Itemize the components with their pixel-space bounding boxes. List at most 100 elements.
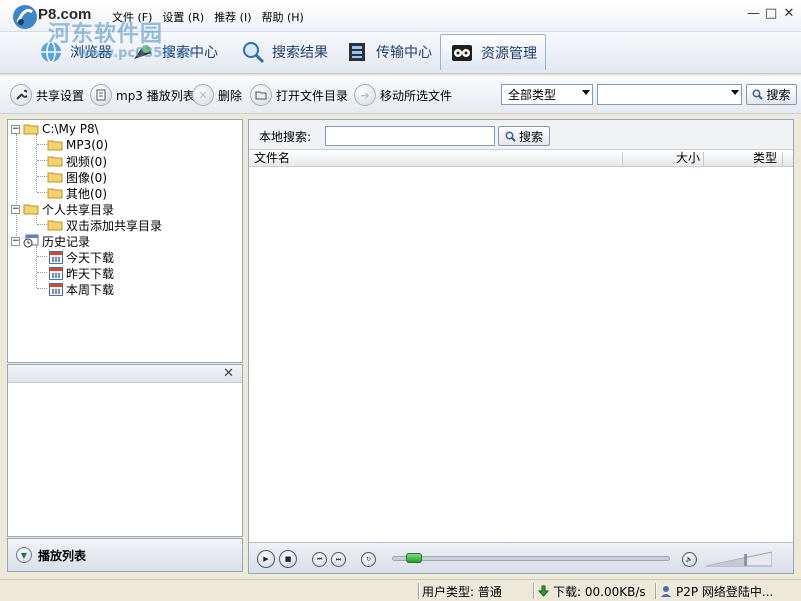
local-search-bar: 本地搜索: 搜索 (249, 120, 793, 150)
local-search-button[interactable]: 搜索 (498, 126, 550, 146)
toolbar-search-button[interactable]: 搜索 (746, 84, 797, 105)
p8-logo-icon (13, 5, 37, 29)
move-selected-button[interactable]: ➔ 移动所选文件 (354, 84, 452, 106)
seek-slider[interactable] (392, 556, 670, 561)
delete-icon: ✕ (192, 84, 214, 106)
tree-item-label: 历史记录 (42, 234, 91, 249)
tree-item-label: MP3(0) (66, 138, 109, 152)
document-icon (90, 84, 112, 106)
maximize-button[interactable]: □ (765, 6, 777, 21)
delete-button[interactable]: ✕ 删除 (192, 84, 242, 106)
playlist-toggle[interactable]: ▼ 播放列表 (7, 538, 243, 572)
move-selected-label: 移动所选文件 (380, 88, 453, 103)
pane-header: ✕ (8, 365, 242, 383)
column-divider[interactable] (782, 152, 783, 166)
tree-item-label: 图像(0) (66, 170, 107, 185)
column-size[interactable]: 大小 (676, 151, 700, 167)
mp3-playlist-label: mp3 播放列表 (116, 88, 195, 103)
seek-handle[interactable] (406, 553, 423, 563)
film-reel-icon (452, 44, 472, 61)
tree-connector (16, 134, 17, 240)
tree-item-label: 其他(0) (66, 186, 107, 201)
menu-help[interactable]: 帮助 (H) (261, 9, 303, 25)
tree-item-root[interactable]: − C:\My P8\ (11, 121, 99, 137)
search-button-label: 搜索 (766, 88, 791, 102)
folder-icon (47, 172, 63, 183)
tree-item-yesterday[interactable]: 昨天下载 (49, 265, 114, 281)
collapse-icon[interactable]: − (11, 204, 20, 214)
tab-search-results[interactable]: 搜索结果 (232, 34, 336, 70)
expand-down-icon: ▼ (16, 547, 32, 563)
collapse-icon[interactable]: − (11, 236, 20, 246)
collapse-icon[interactable]: − (11, 124, 20, 134)
file-list-panel: 本地搜索: 搜索 文件名 大小 类型 ▶ ■ ⏮ ⏭ ↻ 🔈 (248, 119, 794, 574)
tree-item-add-shared[interactable]: 双击添加共享目录 (47, 217, 162, 233)
tree-item-this-week[interactable]: 本周下载 (49, 281, 114, 297)
close-icon[interactable]: ✕ (223, 366, 234, 381)
folder-icon (47, 188, 63, 199)
tree-connector (37, 224, 47, 225)
tree-connector (37, 192, 47, 193)
file-table-body[interactable] (249, 168, 793, 541)
tree-item-label: 个人共享目录 (42, 202, 115, 217)
local-search-input[interactable] (325, 126, 495, 146)
share-settings-label: 共享设置 (36, 88, 85, 103)
tab-transfer-center[interactable]: 传输中心 (336, 34, 440, 70)
tab-label: 搜索结果 (272, 45, 328, 61)
download-arrow-icon (538, 585, 549, 597)
stop-icon[interactable]: ■ (279, 550, 297, 568)
tree-item-other[interactable]: 其他(0) (47, 185, 107, 201)
tree-item-history[interactable]: − 历史记录 (11, 233, 90, 249)
menu-recommend[interactable]: 推荐 (I) (214, 9, 251, 25)
menu-settings[interactable]: 设置 (R) (162, 9, 204, 25)
tree-connector (37, 144, 47, 145)
type-filter-select[interactable]: 全部类型 (501, 84, 593, 105)
tree-connector (37, 288, 47, 289)
column-divider[interactable] (622, 152, 623, 166)
status-download: 下载: 00.00KB/s (538, 583, 646, 599)
folder-icon (47, 140, 63, 151)
volume-icon[interactable]: 🔈 (682, 552, 697, 567)
calendar-icon (49, 250, 63, 264)
tree-item-label: 视频(0) (66, 154, 107, 169)
toolbar: 共享设置 mp3 播放列表 ✕ 删除 打开文件目录 ➔ 移动所选文件 全部类型 … (0, 76, 801, 114)
tree-connector (37, 160, 47, 161)
open-folder-label: 打开文件目录 (276, 88, 349, 103)
keyword-combo[interactable] (597, 84, 742, 105)
previous-track-icon[interactable]: ⏮ (312, 552, 327, 567)
close-button[interactable]: ✕ (783, 6, 795, 21)
status-bar: 用户类型: 普通 下载: 00.00KB/s P2P 网络登陆中... (0, 579, 801, 601)
transfer-icon (349, 43, 365, 61)
tree-item-today[interactable]: 今天下载 (49, 249, 114, 265)
move-icon: ➔ (354, 84, 376, 106)
next-track-icon[interactable]: ⏭ (331, 552, 346, 567)
tree-connector (36, 134, 37, 192)
tree-connector (37, 256, 47, 257)
type-filter-value: 全部类型 (508, 88, 557, 102)
column-divider[interactable] (703, 152, 704, 166)
user-icon (661, 586, 671, 597)
tree-item-mp3[interactable]: MP3(0) (47, 137, 108, 153)
open-folder-button[interactable]: 打开文件目录 (250, 84, 348, 106)
volume-slider[interactable] (706, 551, 772, 567)
tree-item-label: 双击添加共享目录 (66, 218, 163, 233)
folder-tree: − C:\My P8\ MP3(0) 视频(0) 图像(0) 其他(0) − 个… (7, 119, 243, 363)
tree-item-video[interactable]: 视频(0) (47, 153, 107, 169)
tab-label: 传输中心 (376, 45, 432, 61)
repeat-icon[interactable]: ↻ (361, 552, 376, 567)
play-icon[interactable]: ▶ (257, 550, 275, 568)
local-search-label: 本地搜索: (259, 130, 312, 144)
tab-label: 资源管理 (481, 45, 537, 62)
mp3-playlist-button[interactable]: mp3 播放列表 (90, 84, 195, 106)
share-settings-button[interactable]: 共享设置 (10, 84, 84, 106)
tab-resource-management[interactable]: 资源管理 (440, 34, 546, 70)
watermark-url: www.pc0359.cn (78, 46, 194, 61)
minimize-button[interactable]: — (747, 6, 760, 21)
tree-item-label: 昨天下载 (66, 266, 115, 281)
tree-item-images[interactable]: 图像(0) (47, 169, 107, 185)
column-filename[interactable]: 文件名 (254, 151, 290, 167)
column-type[interactable]: 类型 (753, 151, 777, 167)
tree-item-shared[interactable]: − 个人共享目录 (11, 201, 114, 217)
local-search-button-label: 搜索 (518, 129, 543, 144)
search-icon (753, 89, 764, 100)
